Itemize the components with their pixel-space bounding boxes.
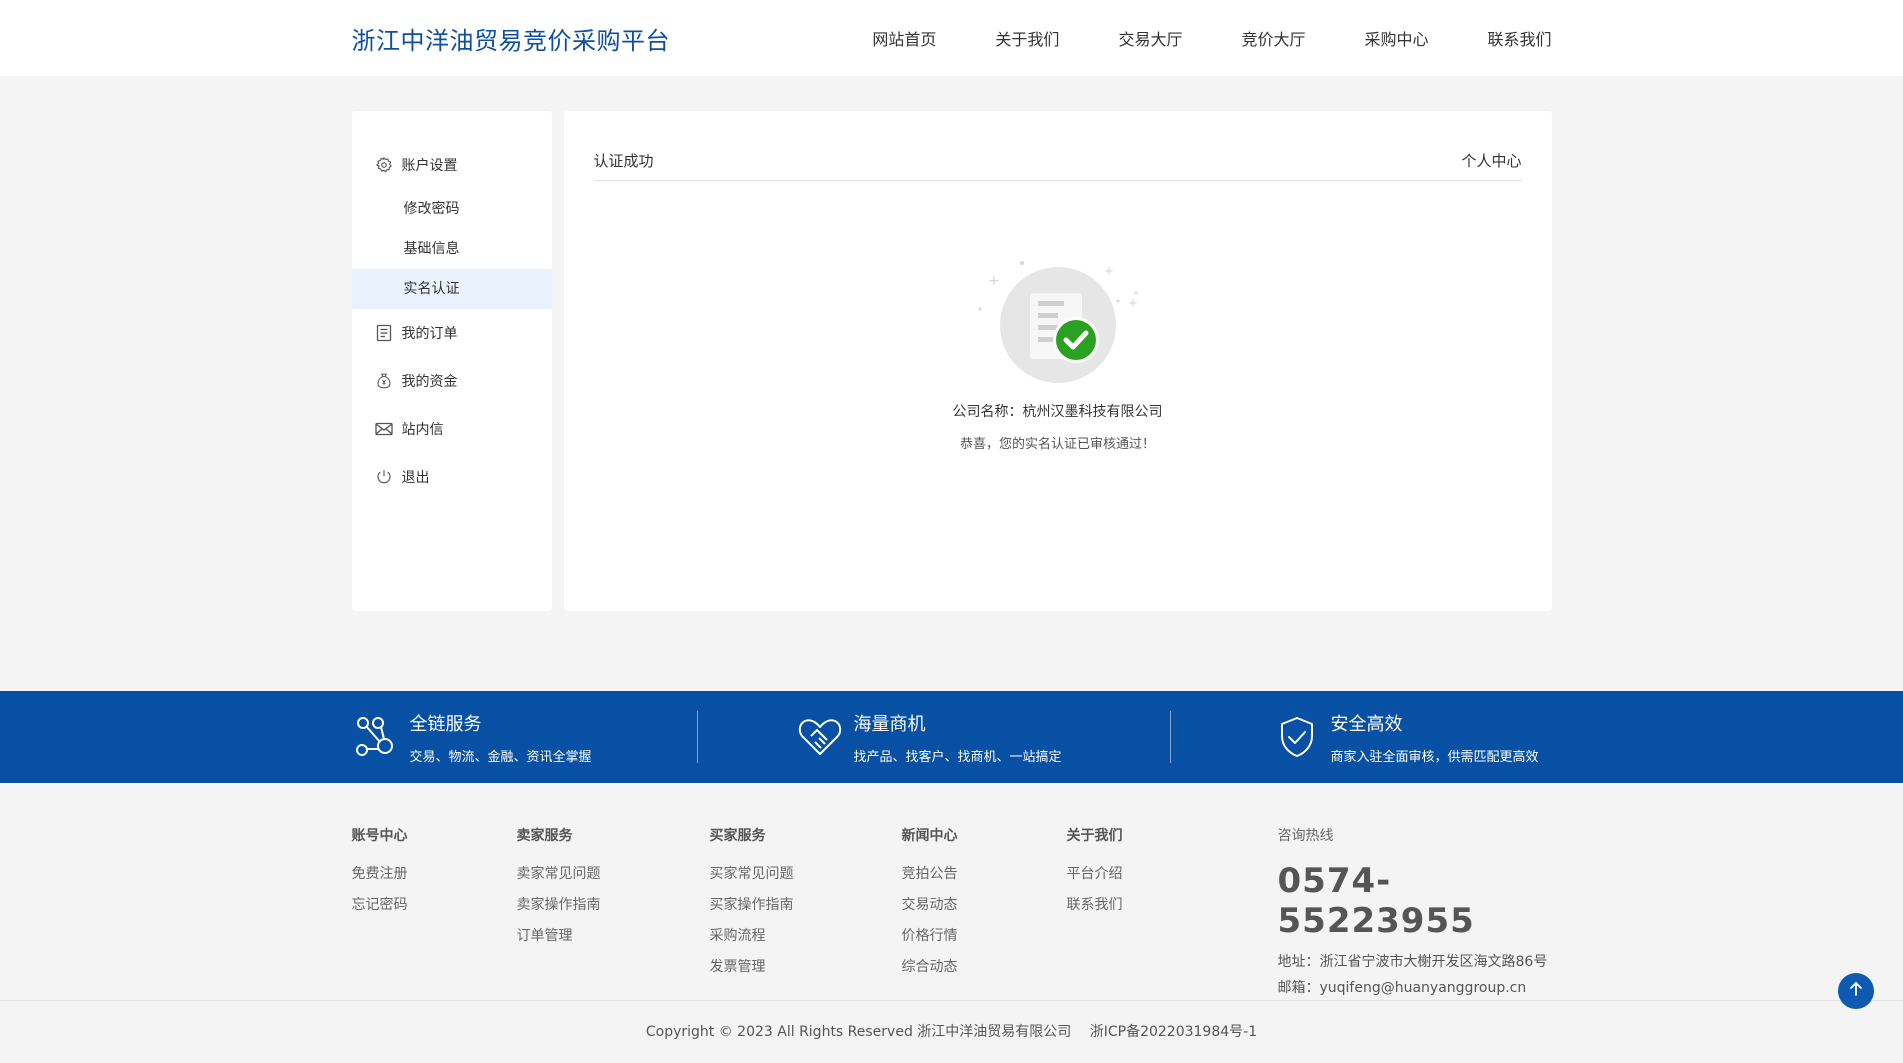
verified-document-icon: + + + xyxy=(968,257,1148,387)
svg-text:+: + xyxy=(988,273,1000,289)
gear-icon xyxy=(374,155,394,175)
footer-link-procurement-process[interactable]: 采购流程 xyxy=(710,925,902,956)
footer-link-seller-faq[interactable]: 卖家常见问题 xyxy=(517,863,710,894)
nav-home[interactable]: 网站首页 xyxy=(872,26,936,50)
footer-link-contact-us[interactable]: 联系我们 xyxy=(1067,894,1123,925)
contact-address: 地址：浙江省宁波市大榭开发区海文路86号 xyxy=(1277,954,1548,970)
footer-link-price-quotes[interactable]: 价格行情 xyxy=(902,925,1067,956)
footer-link-seller-guide[interactable]: 卖家操作指南 xyxy=(517,894,710,925)
sidebar-item-label: 我的资金 xyxy=(401,374,458,390)
site-footer: 账号中心 免费注册 忘记密码 卖家服务 卖家常见问题 卖家操作指南 订单管理 买… xyxy=(0,783,1903,1001)
copyright: Copyright © 2023 All Rights Reserved 浙江中… xyxy=(645,1024,1258,1040)
footer-col-buyer: 买家服务 买家常见问题 买家操作指南 采购流程 发票管理 xyxy=(710,825,902,987)
sidebar-item-label: 账户设置 xyxy=(401,158,458,174)
footer-contact: 咨询热线 0574-55223955 地址：浙江省宁波市大榭开发区海文路86号 … xyxy=(1278,825,1552,997)
success-area: + + + 公司名称：杭州汉墨科技有限公司 恭喜，您的实名认证已审核通过！ xyxy=(594,181,1522,452)
company-name: 公司名称：杭州汉墨科技有限公司 xyxy=(952,404,1163,420)
nav-bidding-hall[interactable]: 竞价大厅 xyxy=(1241,26,1305,50)
shield-check-icon xyxy=(1273,713,1321,761)
feature-desc: 交易、物流、金融、资讯全掌握 xyxy=(409,749,592,765)
footer-link-buyer-guide[interactable]: 买家操作指南 xyxy=(710,894,902,925)
envelope-icon xyxy=(374,419,394,439)
footer-link-trade-news[interactable]: 交易动态 xyxy=(902,894,1067,925)
footer-link-invoice-management[interactable]: 发票管理 xyxy=(710,956,902,987)
nav-trading-hall[interactable]: 交易大厅 xyxy=(1118,26,1182,50)
success-message: 恭喜，您的实名认证已审核通过！ xyxy=(959,437,1155,452)
footer-col-title: 买家服务 xyxy=(709,828,766,844)
content-panel: 认证成功 个人中心 + + + 公司名称：杭州汉墨科技有限公司 恭喜，您的实名认… xyxy=(563,111,1552,611)
feature-desc: 商家入驻全面审核，供需匹配更高效 xyxy=(1330,749,1539,765)
sidebar-item-label: 退出 xyxy=(401,470,430,486)
sidebar-item-my-funds[interactable]: 我的资金 xyxy=(352,357,552,405)
personal-center-link[interactable]: 个人中心 xyxy=(1461,150,1521,171)
sidebar-item-label: 我的订单 xyxy=(401,326,458,342)
back-to-top-button[interactable] xyxy=(1838,973,1874,1009)
feature-secure-efficient: 安全高效 商家入驻全面审核，供需匹配更高效 xyxy=(1171,691,1539,783)
sidebar-item-account-settings[interactable]: 账户设置 xyxy=(352,141,552,189)
footer-link-platform-intro[interactable]: 平台介绍 xyxy=(1067,863,1123,894)
svg-text:+: + xyxy=(1104,264,1114,278)
svg-text:+: + xyxy=(1128,296,1138,310)
arrow-up-icon xyxy=(1848,981,1864,1001)
footer-link-buyer-faq[interactable]: 买家常见问题 xyxy=(710,863,902,894)
footer-col-title: 关于我们 xyxy=(1066,828,1123,844)
footer-col-title: 卖家服务 xyxy=(516,828,573,844)
nav-about[interactable]: 关于我们 xyxy=(995,26,1059,50)
contact-email: 邮箱：yuqifeng@huanyanggroup.cn xyxy=(1277,980,1527,996)
feature-title: 全链服务 xyxy=(409,713,482,735)
footer-link-general-news[interactable]: 综合动态 xyxy=(902,956,1067,987)
sidebar-item-label: 站内信 xyxy=(401,422,444,438)
footer-link-auction-notice[interactable]: 竞拍公告 xyxy=(902,863,1067,894)
hotline-number: 0574-55223955 xyxy=(1277,861,1475,941)
hotline-label: 咨询热线 xyxy=(1277,828,1334,844)
sidebar-item-logout[interactable]: 退出 xyxy=(352,453,552,501)
sidebar-item-inbox[interactable]: 站内信 xyxy=(352,405,552,453)
nav-procurement[interactable]: 采购中心 xyxy=(1364,26,1428,50)
feature-full-chain: 全链服务 交易、物流、金融、资讯全掌握 xyxy=(352,691,697,783)
footer-link-order-management[interactable]: 订单管理 xyxy=(517,925,710,956)
footer-link-forgot-password[interactable]: 忘记密码 xyxy=(352,894,517,925)
footer-link-register[interactable]: 免费注册 xyxy=(352,863,517,894)
sidebar-item-change-password[interactable]: 修改密码 xyxy=(352,189,552,229)
feature-title: 安全高效 xyxy=(1330,713,1403,735)
main-nav: 网站首页 关于我们 交易大厅 竞价大厅 采购中心 联系我们 xyxy=(872,26,1551,50)
sidebar-item-basic-info[interactable]: 基础信息 xyxy=(352,229,552,269)
sidebar-item-my-orders[interactable]: 我的订单 xyxy=(352,309,552,357)
network-icon xyxy=(352,713,400,761)
feature-title: 海量商机 xyxy=(853,713,926,735)
sidebar-item-real-name-auth[interactable]: 实名认证 xyxy=(351,269,552,309)
features-band: 全链服务 交易、物流、金融、资讯全掌握 海量商机 找产品、找客户、找商机、一站搞… xyxy=(0,691,1903,783)
footer-col-title: 账号中心 xyxy=(351,828,408,844)
site-header: 浙江中洋油贸易竞价采购平台 网站首页 关于我们 交易大厅 竞价大厅 采购中心 联… xyxy=(0,0,1903,76)
document-icon xyxy=(374,323,394,343)
content-header: 认证成功 个人中心 xyxy=(593,141,1522,181)
sidebar: 账户设置 修改密码 基础信息 实名认证 我的订单 我的资金 站内信 退出 xyxy=(351,111,552,611)
footer-col-title: 新闻中心 xyxy=(901,828,958,844)
main-area: 账户设置 修改密码 基础信息 实名认证 我的订单 我的资金 站内信 退出 认证成… xyxy=(351,111,1552,611)
footer-col-news: 新闻中心 竞拍公告 交易动态 价格行情 综合动态 xyxy=(902,825,1067,987)
nav-contact[interactable]: 联系我们 xyxy=(1487,26,1551,50)
handshake-heart-icon xyxy=(796,713,844,761)
feature-desc: 找产品、找客户、找商机、一站搞定 xyxy=(853,749,1062,765)
footer-col-about: 关于我们 平台介绍 联系我们 xyxy=(1067,825,1123,987)
footer-col-seller: 卖家服务 卖家常见问题 卖家操作指南 订单管理 xyxy=(517,825,710,987)
power-icon xyxy=(374,467,394,487)
money-bag-icon xyxy=(374,371,394,391)
feature-massive-business: 海量商机 找产品、找客户、找商机、一站搞定 xyxy=(698,691,1170,783)
footer-col-account: 账号中心 免费注册 忘记密码 xyxy=(352,825,517,987)
site-logo[interactable]: 浙江中洋油贸易竞价采购平台 xyxy=(352,21,671,56)
page-title: 认证成功 xyxy=(593,152,654,170)
